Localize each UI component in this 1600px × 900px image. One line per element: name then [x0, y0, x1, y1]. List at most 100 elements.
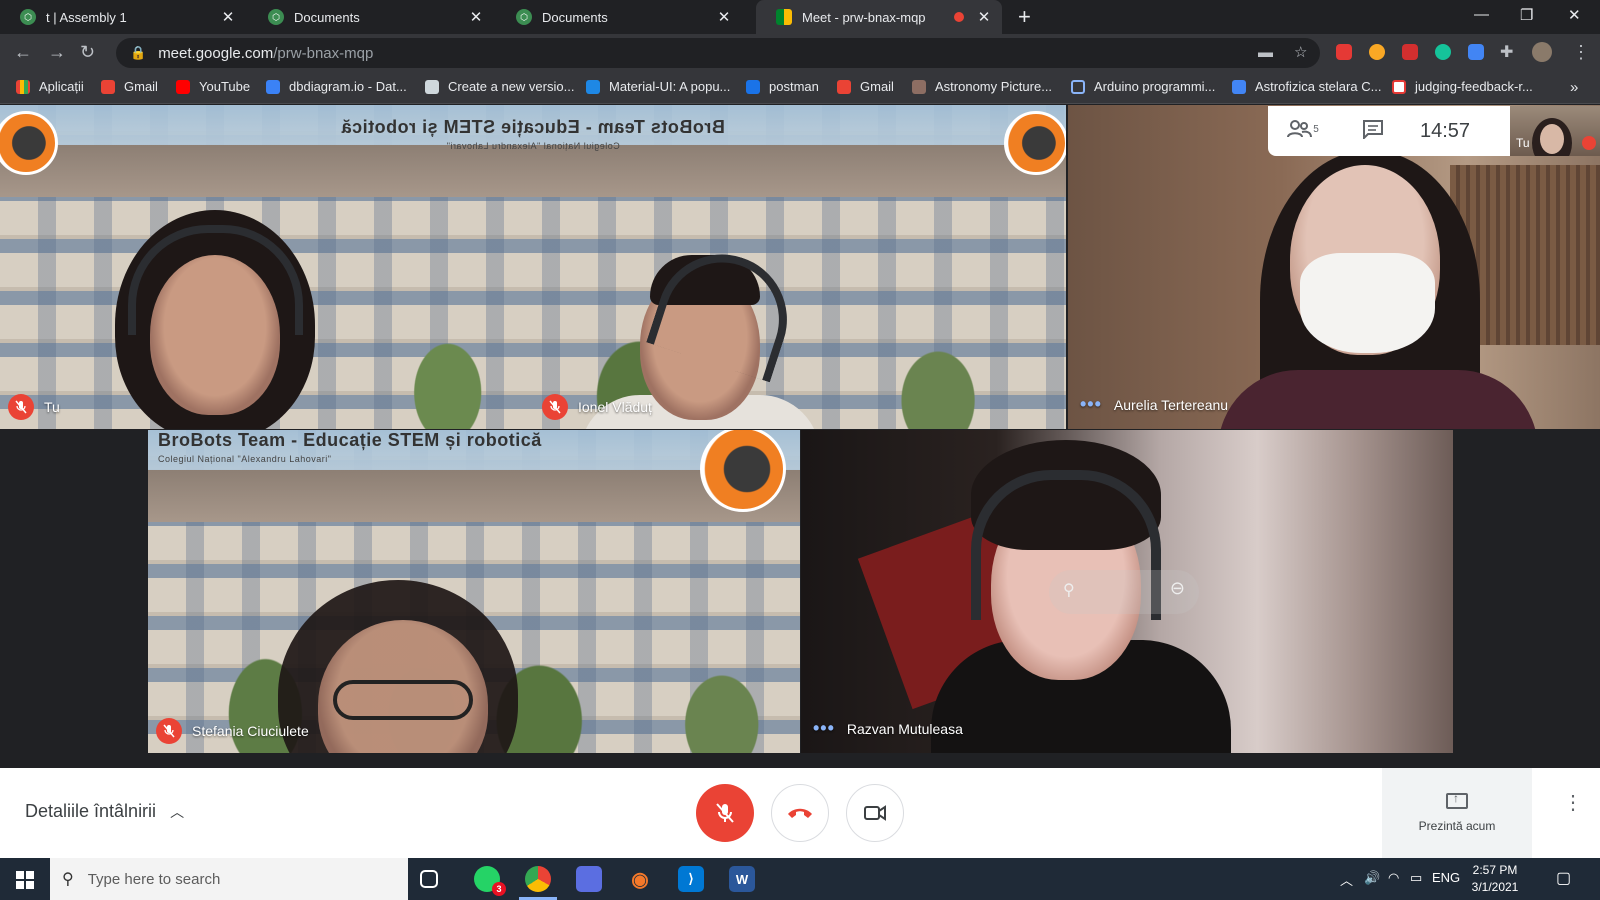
banner-title: BroBots Team - Educație STEM și robotică: [158, 430, 542, 450]
new-tab-button[interactable]: +: [1018, 5, 1031, 29]
participant-face: [1540, 124, 1564, 154]
meeting-details-button[interactable]: Detaliile întâlnirii ︿: [25, 801, 184, 822]
tab-title: Documents: [542, 9, 608, 25]
tab-meet[interactable]: Meet - prw-bnax-mqp ✕: [756, 0, 1002, 34]
camera-icon[interactable]: ▬: [1258, 38, 1273, 68]
bookmark-astronomy[interactable]: Astronomy Picture...: [912, 79, 1052, 94]
taskbar-clock[interactable]: 2:57 PM 3/1/2021: [1460, 862, 1530, 896]
onshape-icon: ⬡: [516, 9, 532, 25]
extensions-puzzle-icon[interactable]: ✚: [1500, 42, 1513, 62]
close-window-icon[interactable]: ✕: [1568, 6, 1581, 24]
dbdiagram-icon: [266, 79, 280, 94]
task-view-icon[interactable]: [420, 870, 438, 888]
bookmark-label: Material-UI: A popu...: [609, 79, 731, 94]
more-bookmarks-icon[interactable]: »: [1570, 79, 1578, 96]
toggle-mic-button[interactable]: [696, 784, 754, 842]
bookmark-create-version[interactable]: Create a new versio...: [425, 79, 574, 94]
restore-icon[interactable]: ❐: [1520, 6, 1533, 24]
close-tab-icon[interactable]: ✕: [976, 8, 992, 26]
participant-name: Stefania Ciuciulete: [192, 723, 309, 739]
tab-documents-1[interactable]: ⬡ Documents ✕: [248, 0, 494, 34]
pin-icon[interactable]: ⚲: [1063, 580, 1075, 600]
bookmark-astrofizica[interactable]: Astrofizica stelara C...: [1232, 79, 1381, 94]
toggle-camera-button[interactable]: [846, 784, 904, 842]
self-view-thumbnail[interactable]: Tu: [1510, 106, 1600, 156]
chrome-menu-icon[interactable]: ⋮: [1572, 42, 1590, 63]
gmail-icon: [101, 79, 115, 94]
vscode-icon[interactable]: ⟩: [678, 866, 704, 892]
meet-top-controls: 5 14:57: [1268, 106, 1510, 156]
show-hidden-icons-icon[interactable]: ︿: [1340, 870, 1353, 889]
bookmark-gmail[interactable]: Gmail: [101, 79, 158, 94]
windows-taskbar: ⚲ Type here to search 3 ◉ ⟩ W ︿ 🔊 ◠ ▭ EN…: [0, 858, 1600, 900]
bookmark-material-ui[interactable]: Material-UI: A popu...: [586, 79, 730, 94]
bookmark-dbdiagram[interactable]: dbdiagram.io - Dat...: [266, 79, 407, 94]
whatsapp-icon[interactable]: 3: [474, 866, 506, 896]
bookmark-arduino[interactable]: Arduino programmi...: [1071, 79, 1215, 94]
extension-icon[interactable]: [1402, 44, 1418, 60]
onshape-icon: ⬡: [20, 9, 36, 25]
more-options-icon[interactable]: ⋮: [1563, 793, 1583, 813]
tab-assembly[interactable]: ⬡ t | Assembly 1 ✕: [0, 0, 246, 34]
video-tile-razvan[interactable]: ⚲ ⊖ ••• Razvan Mutuleasa: [801, 430, 1453, 753]
bookmarks-bar: Aplicații Gmail YouTube dbdiagram.io - D…: [0, 72, 1600, 104]
search-icon: ⚲: [62, 871, 74, 888]
video-tile-stefania[interactable]: BroBots Team - Educație STEM și robotică…: [148, 430, 800, 753]
address-bar[interactable]: 🔒 meet.google.com/prw-bnax-mqp ▬ ☆: [116, 38, 1320, 68]
participants-button[interactable]: 5: [1268, 119, 1338, 144]
mic-off-icon: [542, 394, 568, 420]
discord-icon[interactable]: [576, 866, 602, 892]
bookmark-gmail-2[interactable]: Gmail: [837, 79, 894, 94]
arduino-icon: [1071, 79, 1085, 94]
bookmark-apps[interactable]: Aplicații: [16, 79, 84, 94]
tab-documents-2[interactable]: ⬡ Documents ✕: [496, 0, 742, 34]
present-now-label: Prezintă acum: [1418, 819, 1496, 833]
bookmark-postman[interactable]: postman: [746, 79, 819, 94]
video-tile-tu-ionel[interactable]: BroBots Team - Educație STEM și robotică…: [0, 105, 1066, 429]
battery-icon[interactable]: ▭: [1410, 870, 1422, 886]
bookmark-label: YouTube: [199, 79, 251, 94]
language-indicator[interactable]: ENG: [1432, 870, 1460, 885]
chat-button[interactable]: [1338, 119, 1408, 144]
windows-start-icon[interactable]: [16, 871, 34, 889]
bookmark-label: postman: [769, 79, 819, 94]
notifications-icon[interactable]: ▢: [1556, 868, 1571, 888]
notification-badge: 3: [492, 882, 506, 896]
back-icon[interactable]: ←: [14, 42, 32, 63]
bookmark-star-icon[interactable]: ☆: [1294, 38, 1307, 68]
grammarly-icon[interactable]: [1435, 44, 1451, 60]
bookmark-label: Gmail: [860, 79, 894, 94]
taskbar-search-box[interactable]: ⚲ Type here to search: [50, 858, 408, 900]
word-icon[interactable]: W: [729, 866, 755, 892]
bookmark-youtube[interactable]: YouTube: [176, 79, 250, 94]
close-tab-icon[interactable]: ✕: [220, 8, 236, 26]
present-now-button[interactable]: ↑ Prezintă acum: [1382, 768, 1532, 858]
extension-icon[interactable]: [1336, 44, 1352, 60]
wifi-icon[interactable]: ◠: [1388, 870, 1399, 886]
participant-label-aurelia: ••• Aurelia Tertereanu: [1080, 394, 1228, 415]
glasses: [333, 680, 473, 720]
reload-icon[interactable]: ↻: [80, 42, 95, 63]
bookmark-label: Gmail: [124, 79, 158, 94]
remove-icon[interactable]: ⊖: [1170, 578, 1185, 599]
bookmark-judging[interactable]: judging-feedback-r...: [1392, 79, 1533, 94]
leave-call-button[interactable]: [771, 784, 829, 842]
chrome-icon[interactable]: [519, 866, 557, 900]
forward-icon[interactable]: →: [48, 42, 66, 63]
close-tab-icon[interactable]: ✕: [716, 8, 732, 26]
extension-icon[interactable]: [1369, 44, 1385, 60]
meet-bottom-bar: Detaliile întâlnirii ︿ ↑ Prezintă acum ⋮: [0, 768, 1600, 858]
extension-icon[interactable]: [1468, 44, 1484, 60]
profile-avatar[interactable]: [1532, 42, 1552, 62]
volume-icon[interactable]: 🔊: [1364, 870, 1380, 886]
page-icon: [1392, 79, 1406, 94]
close-tab-icon[interactable]: ✕: [468, 8, 484, 26]
blender-icon[interactable]: ◉: [627, 866, 653, 892]
banner-title: BroBots Team - Educație STEM și robotică: [341, 117, 725, 137]
tab-title: Meet - prw-bnax-mqp: [802, 9, 926, 25]
minimize-icon[interactable]: —: [1474, 6, 1489, 23]
apps-grid-icon: [16, 79, 30, 94]
participant-shirt: [1218, 370, 1538, 429]
apod-icon: [912, 79, 926, 94]
bookmark-label: dbdiagram.io - Dat...: [289, 79, 407, 94]
